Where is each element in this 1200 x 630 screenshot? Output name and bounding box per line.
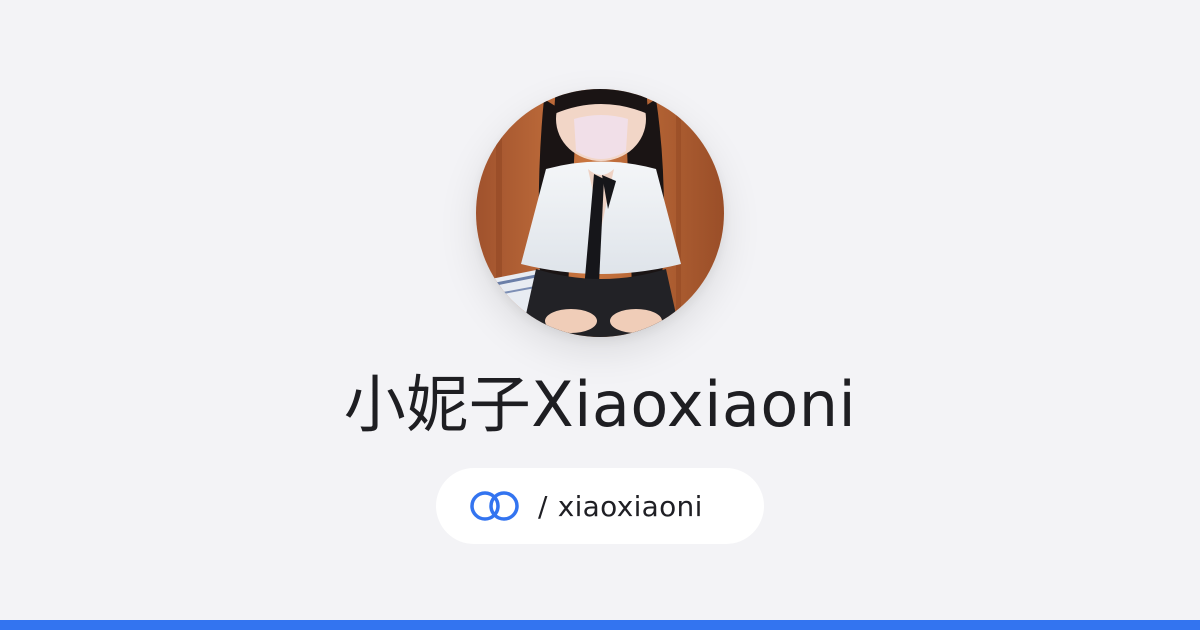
handle-separator: /: [538, 489, 548, 523]
handle-text: / xiaoxiaoni: [538, 490, 703, 523]
accent-bar: [0, 620, 1200, 630]
display-name: 小妮子Xiaoxiaoni: [343, 368, 857, 441]
avatar-photo: [476, 89, 724, 337]
linked-rings-icon: [468, 489, 524, 523]
handle-username: xiaoxiaoni: [557, 489, 703, 523]
avatar: [476, 89, 724, 337]
profile-handle-link[interactable]: / xiaoxiaoni: [436, 468, 764, 544]
